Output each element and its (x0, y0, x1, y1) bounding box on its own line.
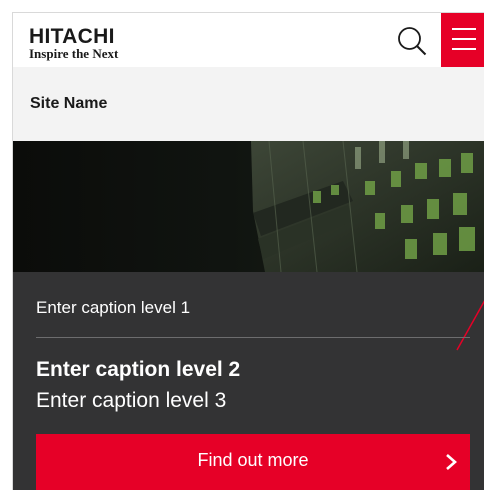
hero-image (13, 141, 484, 272)
caption-level-1: Enter caption level 1 (36, 298, 191, 317)
menu-button[interactable] (441, 13, 484, 67)
page-frame: HITACHI Inspire the Next Site Name Enter… (12, 12, 484, 490)
search-icon (398, 27, 427, 56)
caption-level-2: Enter caption level 2 (36, 358, 241, 381)
search-button[interactable] (397, 26, 427, 56)
server-rack-image (13, 141, 484, 272)
caption-panel: Enter caption level 1 Enter caption leve… (13, 272, 484, 490)
chevron-right-icon (446, 454, 457, 470)
accent-line-graphic (456, 300, 484, 351)
site-name[interactable]: Site Name (30, 95, 107, 113)
caption-level-3: Enter caption level 3 (36, 389, 227, 412)
caption-divider (36, 337, 470, 338)
hamburger-menu-icon (452, 28, 476, 50)
find-out-more-button[interactable]: Find out more (36, 434, 470, 490)
find-out-more-label: Find out more (197, 450, 309, 470)
logo-wordmark: HITACHI (29, 25, 115, 48)
site-name-bar: Site Name (13, 67, 484, 141)
site-header: HITACHI Inspire the Next (13, 13, 484, 67)
logo-tagline: Inspire the Next (29, 46, 119, 61)
hitachi-logo[interactable]: HITACHI Inspire the Next (29, 25, 119, 61)
